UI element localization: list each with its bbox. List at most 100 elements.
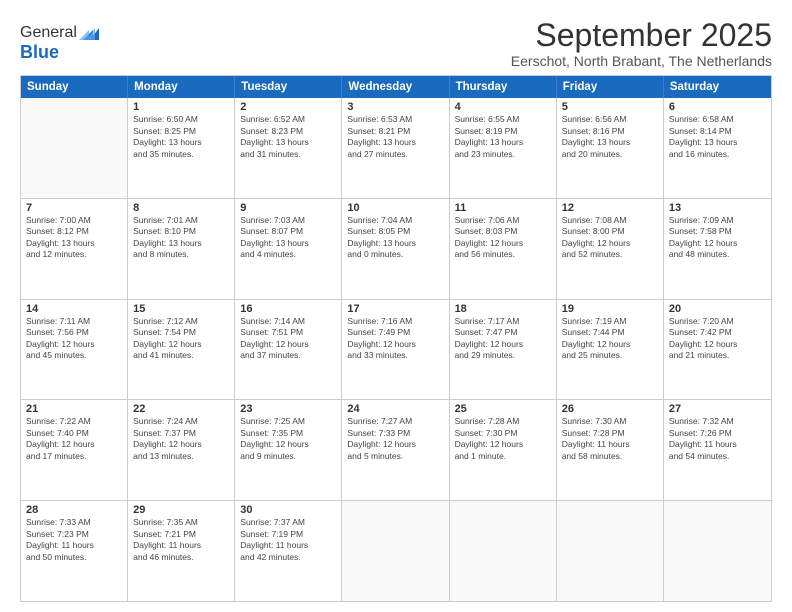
cell-day-number: 18 [455, 303, 551, 315]
calendar-cell: 28Sunrise: 7:33 AM Sunset: 7:23 PM Dayli… [21, 501, 128, 601]
cell-day-number: 29 [133, 504, 229, 516]
cell-daylight-info: Sunrise: 7:27 AM Sunset: 7:33 PM Dayligh… [347, 416, 443, 462]
cell-day-number: 15 [133, 303, 229, 315]
cell-daylight-info: Sunrise: 7:08 AM Sunset: 8:00 PM Dayligh… [562, 215, 658, 261]
cell-day-number: 9 [240, 202, 336, 214]
weekday-header: Saturday [664, 76, 771, 98]
cell-daylight-info: Sunrise: 6:55 AM Sunset: 8:19 PM Dayligh… [455, 114, 551, 160]
calendar-cell: 10Sunrise: 7:04 AM Sunset: 8:05 PM Dayli… [342, 199, 449, 299]
calendar-cell: 14Sunrise: 7:11 AM Sunset: 7:56 PM Dayli… [21, 300, 128, 400]
logo: General Blue [20, 22, 101, 63]
cell-daylight-info: Sunrise: 7:12 AM Sunset: 7:54 PM Dayligh… [133, 316, 229, 362]
calendar-cell: 12Sunrise: 7:08 AM Sunset: 8:00 PM Dayli… [557, 199, 664, 299]
cell-day-number: 14 [26, 303, 122, 315]
calendar-row: 1Sunrise: 6:50 AM Sunset: 8:25 PM Daylig… [21, 98, 771, 199]
calendar-cell: 23Sunrise: 7:25 AM Sunset: 7:35 PM Dayli… [235, 400, 342, 500]
cell-day-number: 21 [26, 403, 122, 415]
cell-daylight-info: Sunrise: 7:22 AM Sunset: 7:40 PM Dayligh… [26, 416, 122, 462]
cell-day-number: 4 [455, 101, 551, 113]
calendar-row: 7Sunrise: 7:00 AM Sunset: 8:12 PM Daylig… [21, 199, 771, 300]
cell-daylight-info: Sunrise: 7:25 AM Sunset: 7:35 PM Dayligh… [240, 416, 336, 462]
cell-day-number: 13 [669, 202, 766, 214]
calendar-cell: 16Sunrise: 7:14 AM Sunset: 7:51 PM Dayli… [235, 300, 342, 400]
cell-day-number: 8 [133, 202, 229, 214]
month-title: September 2025 [511, 18, 772, 53]
calendar-row: 28Sunrise: 7:33 AM Sunset: 7:23 PM Dayli… [21, 501, 771, 601]
page: General Blue September 2025 Eerschot, No… [0, 0, 792, 612]
cell-day-number: 20 [669, 303, 766, 315]
weekday-header: Friday [557, 76, 664, 98]
calendar-cell [664, 501, 771, 601]
cell-day-number: 26 [562, 403, 658, 415]
cell-day-number: 11 [455, 202, 551, 214]
calendar-cell: 17Sunrise: 7:16 AM Sunset: 7:49 PM Dayli… [342, 300, 449, 400]
cell-day-number: 12 [562, 202, 658, 214]
calendar-cell: 29Sunrise: 7:35 AM Sunset: 7:21 PM Dayli… [128, 501, 235, 601]
cell-day-number: 5 [562, 101, 658, 113]
cell-day-number: 24 [347, 403, 443, 415]
calendar-cell: 9Sunrise: 7:03 AM Sunset: 8:07 PM Daylig… [235, 199, 342, 299]
calendar-header: SundayMondayTuesdayWednesdayThursdayFrid… [21, 76, 771, 98]
weekday-header: Sunday [21, 76, 128, 98]
calendar-row: 21Sunrise: 7:22 AM Sunset: 7:40 PM Dayli… [21, 400, 771, 501]
cell-daylight-info: Sunrise: 6:58 AM Sunset: 8:14 PM Dayligh… [669, 114, 766, 160]
cell-day-number: 6 [669, 101, 766, 113]
cell-daylight-info: Sunrise: 7:09 AM Sunset: 7:58 PM Dayligh… [669, 215, 766, 261]
cell-daylight-info: Sunrise: 7:28 AM Sunset: 7:30 PM Dayligh… [455, 416, 551, 462]
cell-daylight-info: Sunrise: 7:24 AM Sunset: 7:37 PM Dayligh… [133, 416, 229, 462]
calendar-cell: 5Sunrise: 6:56 AM Sunset: 8:16 PM Daylig… [557, 98, 664, 198]
cell-day-number: 25 [455, 403, 551, 415]
cell-daylight-info: Sunrise: 7:00 AM Sunset: 8:12 PM Dayligh… [26, 215, 122, 261]
cell-daylight-info: Sunrise: 7:33 AM Sunset: 7:23 PM Dayligh… [26, 517, 122, 563]
cell-daylight-info: Sunrise: 7:06 AM Sunset: 8:03 PM Dayligh… [455, 215, 551, 261]
weekday-header: Monday [128, 76, 235, 98]
cell-daylight-info: Sunrise: 7:32 AM Sunset: 7:26 PM Dayligh… [669, 416, 766, 462]
cell-daylight-info: Sunrise: 6:50 AM Sunset: 8:25 PM Dayligh… [133, 114, 229, 160]
cell-day-number: 23 [240, 403, 336, 415]
cell-day-number: 1 [133, 101, 229, 113]
cell-daylight-info: Sunrise: 7:04 AM Sunset: 8:05 PM Dayligh… [347, 215, 443, 261]
cell-daylight-info: Sunrise: 7:17 AM Sunset: 7:47 PM Dayligh… [455, 316, 551, 362]
title-block: September 2025 Eerschot, North Brabant, … [511, 18, 772, 69]
calendar: SundayMondayTuesdayWednesdayThursdayFrid… [20, 75, 772, 602]
cell-day-number: 22 [133, 403, 229, 415]
calendar-cell: 11Sunrise: 7:06 AM Sunset: 8:03 PM Dayli… [450, 199, 557, 299]
calendar-cell: 1Sunrise: 6:50 AM Sunset: 8:25 PM Daylig… [128, 98, 235, 198]
cell-daylight-info: Sunrise: 7:19 AM Sunset: 7:44 PM Dayligh… [562, 316, 658, 362]
cell-day-number: 10 [347, 202, 443, 214]
calendar-cell: 15Sunrise: 7:12 AM Sunset: 7:54 PM Dayli… [128, 300, 235, 400]
logo-icon [79, 22, 101, 44]
calendar-cell: 21Sunrise: 7:22 AM Sunset: 7:40 PM Dayli… [21, 400, 128, 500]
logo-blue-text: Blue [20, 42, 101, 63]
calendar-cell: 8Sunrise: 7:01 AM Sunset: 8:10 PM Daylig… [128, 199, 235, 299]
cell-daylight-info: Sunrise: 6:52 AM Sunset: 8:23 PM Dayligh… [240, 114, 336, 160]
calendar-cell: 7Sunrise: 7:00 AM Sunset: 8:12 PM Daylig… [21, 199, 128, 299]
calendar-cell: 18Sunrise: 7:17 AM Sunset: 7:47 PM Dayli… [450, 300, 557, 400]
cell-daylight-info: Sunrise: 7:14 AM Sunset: 7:51 PM Dayligh… [240, 316, 336, 362]
cell-daylight-info: Sunrise: 7:37 AM Sunset: 7:19 PM Dayligh… [240, 517, 336, 563]
cell-day-number: 3 [347, 101, 443, 113]
calendar-cell [450, 501, 557, 601]
calendar-cell: 24Sunrise: 7:27 AM Sunset: 7:33 PM Dayli… [342, 400, 449, 500]
logo-general-text: General [20, 24, 77, 42]
cell-day-number: 2 [240, 101, 336, 113]
cell-day-number: 30 [240, 504, 336, 516]
weekday-header: Wednesday [342, 76, 449, 98]
calendar-cell [21, 98, 128, 198]
cell-daylight-info: Sunrise: 7:35 AM Sunset: 7:21 PM Dayligh… [133, 517, 229, 563]
weekday-header: Thursday [450, 76, 557, 98]
calendar-cell: 25Sunrise: 7:28 AM Sunset: 7:30 PM Dayli… [450, 400, 557, 500]
calendar-cell: 4Sunrise: 6:55 AM Sunset: 8:19 PM Daylig… [450, 98, 557, 198]
header: General Blue September 2025 Eerschot, No… [20, 18, 772, 69]
calendar-body: 1Sunrise: 6:50 AM Sunset: 8:25 PM Daylig… [21, 98, 771, 601]
calendar-cell: 3Sunrise: 6:53 AM Sunset: 8:21 PM Daylig… [342, 98, 449, 198]
calendar-row: 14Sunrise: 7:11 AM Sunset: 7:56 PM Dayli… [21, 300, 771, 401]
cell-daylight-info: Sunrise: 6:53 AM Sunset: 8:21 PM Dayligh… [347, 114, 443, 160]
calendar-cell: 20Sunrise: 7:20 AM Sunset: 7:42 PM Dayli… [664, 300, 771, 400]
cell-day-number: 7 [26, 202, 122, 214]
cell-day-number: 17 [347, 303, 443, 315]
cell-day-number: 28 [26, 504, 122, 516]
calendar-cell [342, 501, 449, 601]
cell-daylight-info: Sunrise: 7:01 AM Sunset: 8:10 PM Dayligh… [133, 215, 229, 261]
cell-daylight-info: Sunrise: 7:11 AM Sunset: 7:56 PM Dayligh… [26, 316, 122, 362]
